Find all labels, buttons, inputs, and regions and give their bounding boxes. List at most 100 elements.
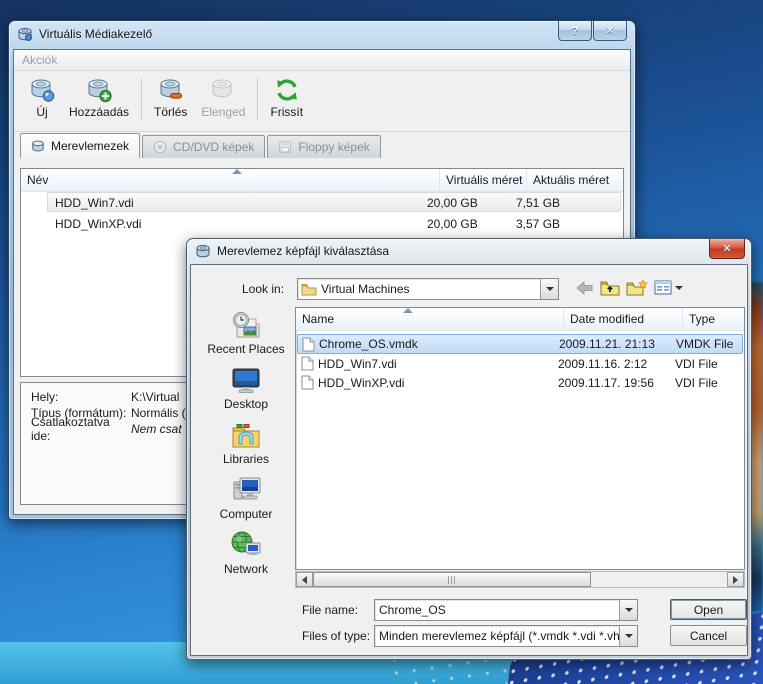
- file-row-hdd-win7[interactable]: HDD_Win7.vdi 2009.11.16. 2:12 VDI File: [297, 354, 743, 373]
- dialog-close-button[interactable]: ✕: [709, 239, 745, 259]
- media-row-win7[interactable]: HDD_Win7.vdi 20,00 GB 7,51 GB: [21, 192, 623, 213]
- toolbar-label: Új: [36, 105, 47, 119]
- files-of-type-combobox[interactable]: Minden merevlemez képfájl (*.vmdk *.vdi …: [374, 625, 638, 647]
- remove-disk-button[interactable]: Törlés: [147, 75, 194, 121]
- menubar: Akciók: [14, 50, 630, 71]
- add-disk-button[interactable]: Hozzáadás: [62, 75, 136, 121]
- file-icon: [301, 356, 314, 371]
- file-type: VMDK File: [676, 337, 733, 351]
- column-header-type[interactable]: Type: [683, 308, 744, 330]
- new-folder-icon[interactable]: [626, 279, 648, 296]
- file-name: HDD_WinXP.vdi: [318, 376, 558, 390]
- toolbar-separator: [257, 78, 258, 120]
- dialog-client-area: Look in: Virtual Machines: [190, 264, 748, 656]
- open-button[interactable]: Open: [670, 599, 747, 620]
- tab-label: Merevlemezek: [51, 139, 129, 153]
- refresh-icon: [274, 77, 300, 103]
- column-header-actual-size[interactable]: Aktuális méret: [527, 169, 623, 191]
- look-in-value: Virtual Machines: [317, 282, 540, 296]
- places-sidebar: Recent Places Desktop: [199, 310, 293, 585]
- place-recent-places[interactable]: Recent Places: [199, 310, 293, 365]
- place-label: Computer: [220, 507, 273, 521]
- back-icon: [575, 280, 594, 296]
- tab-label: Floppy képek: [298, 140, 369, 154]
- file-name-combobox[interactable]: Chrome_OS: [374, 599, 638, 621]
- details-attached-label: Csatlakoztatva ide:: [31, 415, 131, 443]
- details-attached-value: Nem csat: [131, 422, 182, 436]
- view-menu-icon[interactable]: [654, 280, 683, 295]
- media-row-winxp[interactable]: HDD_WinXP.vdi 20,00 GB 3,57 GB: [21, 213, 623, 234]
- toolbar-separator: [141, 78, 142, 120]
- scroll-left-button[interactable]: [296, 572, 313, 587]
- file-icon: [302, 337, 315, 352]
- dialog-titlebar[interactable]: Merevlemez képfájl kiválasztása: [187, 239, 751, 262]
- desktop-icon: [229, 365, 263, 396]
- place-computer[interactable]: Computer: [199, 475, 293, 530]
- refresh-button[interactable]: Frissít: [263, 75, 310, 121]
- file-list-header: Name Date modified Type: [296, 308, 744, 331]
- disk-add-icon: [86, 77, 112, 103]
- up-folder-icon[interactable]: [600, 280, 620, 296]
- media-name: HDD_WinXP.vdi: [55, 217, 427, 231]
- column-header-name[interactable]: Name: [296, 308, 564, 330]
- look-in-dropdown-button[interactable]: [540, 279, 558, 299]
- toolbar-label: Hozzáadás: [69, 105, 129, 119]
- window-title: Virtuális Médiakezelő: [39, 27, 152, 41]
- dialog-disk-icon: [195, 243, 211, 259]
- details-location-value: K:\Virtual: [131, 390, 179, 404]
- column-header-name[interactable]: Név: [21, 169, 440, 191]
- place-desktop[interactable]: Desktop: [199, 365, 293, 420]
- toolbar: Új Hozzáadás: [14, 71, 630, 132]
- main-titlebar[interactable]: Virtuális Médiakezelő: [9, 21, 635, 47]
- file-date: 2009.11.21. 21:13: [559, 337, 676, 351]
- media-virtual-size: 20,00 GB: [427, 217, 516, 231]
- network-icon: [229, 530, 263, 561]
- new-disk-button[interactable]: Új: [22, 75, 62, 121]
- computer-icon: [229, 475, 263, 506]
- close-button[interactable]: ✕: [593, 21, 627, 41]
- place-label: Desktop: [224, 397, 268, 411]
- scrollbar-thumb[interactable]: [313, 572, 591, 587]
- file-type: VDI File: [675, 376, 718, 390]
- menu-akciok[interactable]: Akciók: [22, 53, 57, 67]
- look-in-combobox[interactable]: Virtual Machines: [297, 278, 559, 300]
- media-actual-size: 7,51 GB: [516, 196, 560, 210]
- scroll-right-button[interactable]: [727, 572, 744, 587]
- sort-ascending-icon: [403, 308, 413, 313]
- disk-new-icon: [29, 77, 55, 103]
- sort-ascending-icon: [232, 169, 242, 174]
- horizontal-scrollbar[interactable]: [295, 571, 745, 588]
- disk-release-icon: [210, 77, 236, 103]
- tab-label: CD/DVD képek: [173, 140, 254, 154]
- desktop: Virtuális Médiakezelő ? ✕ Akciók: [0, 0, 763, 684]
- files-of-type-dropdown-button[interactable]: [619, 626, 637, 646]
- release-disk-button: Elenged: [194, 75, 252, 121]
- file-type: VDI File: [675, 357, 718, 371]
- column-header-virtual-size[interactable]: Virtuális méret: [440, 169, 527, 191]
- file-date: 2009.11.17. 19:56: [558, 376, 675, 390]
- file-row-chrome-os[interactable]: Chrome_OS.vmdk 2009.11.21. 21:13 VMDK Fi…: [297, 334, 743, 354]
- harddisk-icon: [31, 139, 45, 153]
- file-icon: [301, 375, 314, 390]
- file-name-label: File name:: [302, 603, 358, 617]
- select-harddisk-dialog: Merevlemez képfájl kiválasztása ✕ Look i…: [186, 238, 752, 660]
- file-list: Name Date modified Type Chrome_OS.vmdk 2…: [295, 307, 745, 570]
- place-network[interactable]: Network: [199, 530, 293, 585]
- place-label: Libraries: [223, 452, 269, 466]
- file-name-dropdown-button[interactable]: [619, 600, 637, 620]
- file-name-value: Chrome_OS: [375, 603, 619, 617]
- help-button[interactable]: ?: [558, 21, 592, 41]
- tab-harddisks[interactable]: Merevlemezek: [20, 133, 140, 158]
- app-disk-icon: [17, 26, 33, 42]
- column-header-date-modified[interactable]: Date modified: [564, 308, 683, 330]
- dialog-title: Merevlemez képfájl kiválasztása: [217, 244, 389, 258]
- tab-floppy: Floppy képek: [267, 135, 380, 158]
- view-menu-arrow-icon: [675, 286, 683, 290]
- file-row-hdd-winxp[interactable]: HDD_WinXP.vdi 2009.11.17. 19:56 VDI File: [297, 373, 743, 392]
- place-libraries[interactable]: Libraries: [199, 420, 293, 475]
- file-name: Chrome_OS.vmdk: [319, 337, 559, 351]
- look-in-label: Look in:: [242, 282, 284, 296]
- cancel-button[interactable]: Cancel: [670, 625, 747, 646]
- toolbar-label: Frissít: [270, 105, 303, 119]
- media-virtual-size: 20,00 GB: [427, 196, 516, 210]
